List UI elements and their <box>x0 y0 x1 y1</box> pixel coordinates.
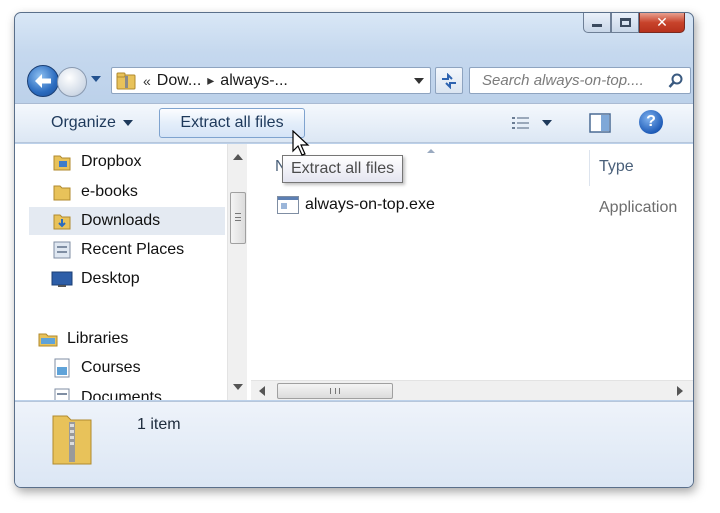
grip-icon <box>235 213 241 221</box>
view-list-icon <box>512 116 529 129</box>
scroll-thumb[interactable] <box>230 192 246 244</box>
sidebar-item-label: e-books <box>81 183 138 200</box>
navigation-pane: Dropbox e-books Downloads Recent Places <box>15 144 249 400</box>
maximize-button[interactable] <box>611 13 639 33</box>
sort-ascending-icon <box>427 149 435 153</box>
sidebar-item-courses[interactable]: Courses <box>51 354 141 382</box>
minimize-button[interactable] <box>583 13 611 33</box>
recent-pages-dropdown-icon[interactable] <box>91 76 101 82</box>
chevron-down-icon <box>122 119 133 126</box>
sidebar-item-dropbox[interactable]: Dropbox <box>51 148 141 176</box>
scroll-left-icon[interactable] <box>259 386 265 396</box>
details-pane: 1 item <box>15 401 693 487</box>
extract-all-files-button[interactable]: Extract all files <box>159 108 305 138</box>
mouse-cursor-icon <box>292 130 310 156</box>
back-button[interactable] <box>27 65 59 97</box>
executable-file-icon <box>277 196 299 214</box>
desktop-icon <box>51 268 73 290</box>
close-icon: ✕ <box>656 14 668 31</box>
column-divider[interactable] <box>589 150 590 186</box>
library-doc-icon <box>51 357 73 379</box>
sidebar-item-label: Libraries <box>67 330 129 347</box>
sidebar-item-recent-places[interactable]: Recent Places <box>51 236 184 264</box>
file-type: Application <box>599 199 678 216</box>
zip-folder-icon <box>115 70 137 92</box>
file-list-horizontal-scrollbar[interactable] <box>251 380 693 400</box>
scroll-right-icon[interactable] <box>677 386 683 396</box>
back-arrow-icon <box>35 74 51 88</box>
address-history-dropdown-icon[interactable] <box>414 78 424 84</box>
change-view-button[interactable] <box>511 114 553 132</box>
sidebar-item-label: Dropbox <box>81 153 142 170</box>
chevron-down-icon <box>542 119 553 126</box>
grip-icon <box>330 388 340 394</box>
tooltip: Extract all files <box>282 155 404 183</box>
sidebar-item-documents[interactable]: Documents <box>51 384 162 400</box>
preview-pane-icon[interactable] <box>589 112 611 134</box>
breadcrumb-always-on-top[interactable]: always-... <box>220 72 288 90</box>
breadcrumb-downloads[interactable]: Dow... <box>157 72 201 90</box>
zip-folder-icon <box>52 415 92 465</box>
library-doc-icon <box>51 387 73 400</box>
sidebar-item-label: Documents <box>81 389 162 400</box>
explorer-window: ✕ « Dow... ▸ always-... Search always-on… <box>14 12 694 488</box>
scroll-thumb[interactable] <box>277 383 393 399</box>
forward-button[interactable] <box>57 67 87 97</box>
downloads-folder-icon <box>51 210 73 232</box>
sidebar-item-label: Downloads <box>81 212 161 229</box>
command-bar: Organize Extract all files ? <box>15 103 693 143</box>
close-button[interactable]: ✕ <box>639 13 685 33</box>
item-count: 1 item <box>137 416 181 433</box>
search-input[interactable] <box>480 71 660 90</box>
search-icon[interactable] <box>668 73 684 89</box>
sidebar-item-downloads[interactable]: Downloads <box>29 207 225 235</box>
folder-icon <box>51 181 73 203</box>
recent-places-icon <box>51 239 73 261</box>
sidebar-item-desktop[interactable]: Desktop <box>51 265 140 293</box>
file-name: always-on-top.exe <box>305 196 435 213</box>
nav-pane-vertical-scrollbar[interactable] <box>227 144 247 400</box>
scroll-up-icon[interactable] <box>233 154 243 160</box>
caption-buttons: ✕ <box>583 13 685 33</box>
sidebar-item-label: Courses <box>81 359 141 376</box>
organize-label: Organize <box>51 114 116 131</box>
organize-button[interactable]: Organize <box>51 114 133 132</box>
help-icon[interactable]: ? <box>639 110 663 134</box>
sidebar-item-label: Desktop <box>81 270 140 287</box>
scroll-down-icon[interactable] <box>233 384 243 390</box>
search-box[interactable] <box>469 67 691 94</box>
sidebar-item-label: Recent Places <box>81 241 185 258</box>
dropbox-folder-icon <box>51 151 73 173</box>
address-overflow-chevron[interactable]: « <box>143 73 151 89</box>
maximize-icon <box>619 18 631 27</box>
libraries-icon <box>37 328 59 350</box>
navigation-bar: « Dow... ▸ always-... <box>27 63 691 97</box>
sidebar-item-e-books[interactable]: e-books <box>51 178 138 206</box>
address-bar[interactable]: « Dow... ▸ always-... <box>111 67 431 94</box>
refresh-button[interactable] <box>435 67 463 94</box>
minimize-icon <box>592 24 602 27</box>
refresh-icon <box>442 72 456 89</box>
sidebar-item-libraries[interactable]: Libraries <box>37 325 128 353</box>
file-row[interactable]: always-on-top.exe <box>277 196 435 214</box>
column-header-type[interactable]: Type <box>599 158 634 176</box>
breadcrumb-separator-icon[interactable]: ▸ <box>207 72 214 89</box>
